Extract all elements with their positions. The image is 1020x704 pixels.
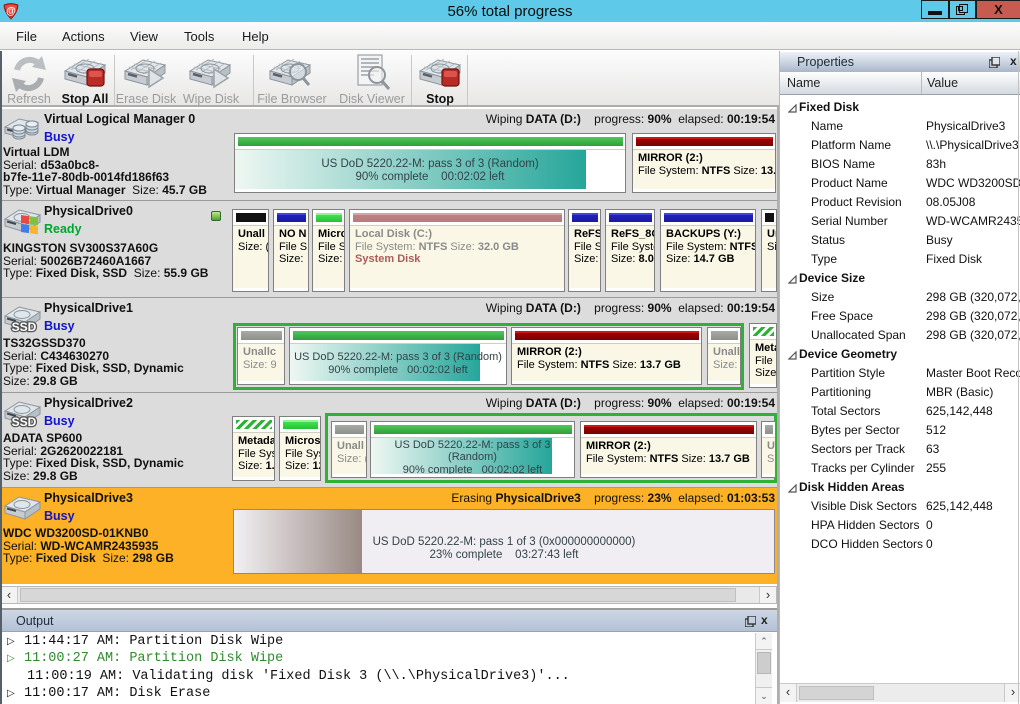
svg-text:SSD: SSD: [12, 320, 37, 334]
svg-text:SSD: SSD: [12, 415, 37, 429]
